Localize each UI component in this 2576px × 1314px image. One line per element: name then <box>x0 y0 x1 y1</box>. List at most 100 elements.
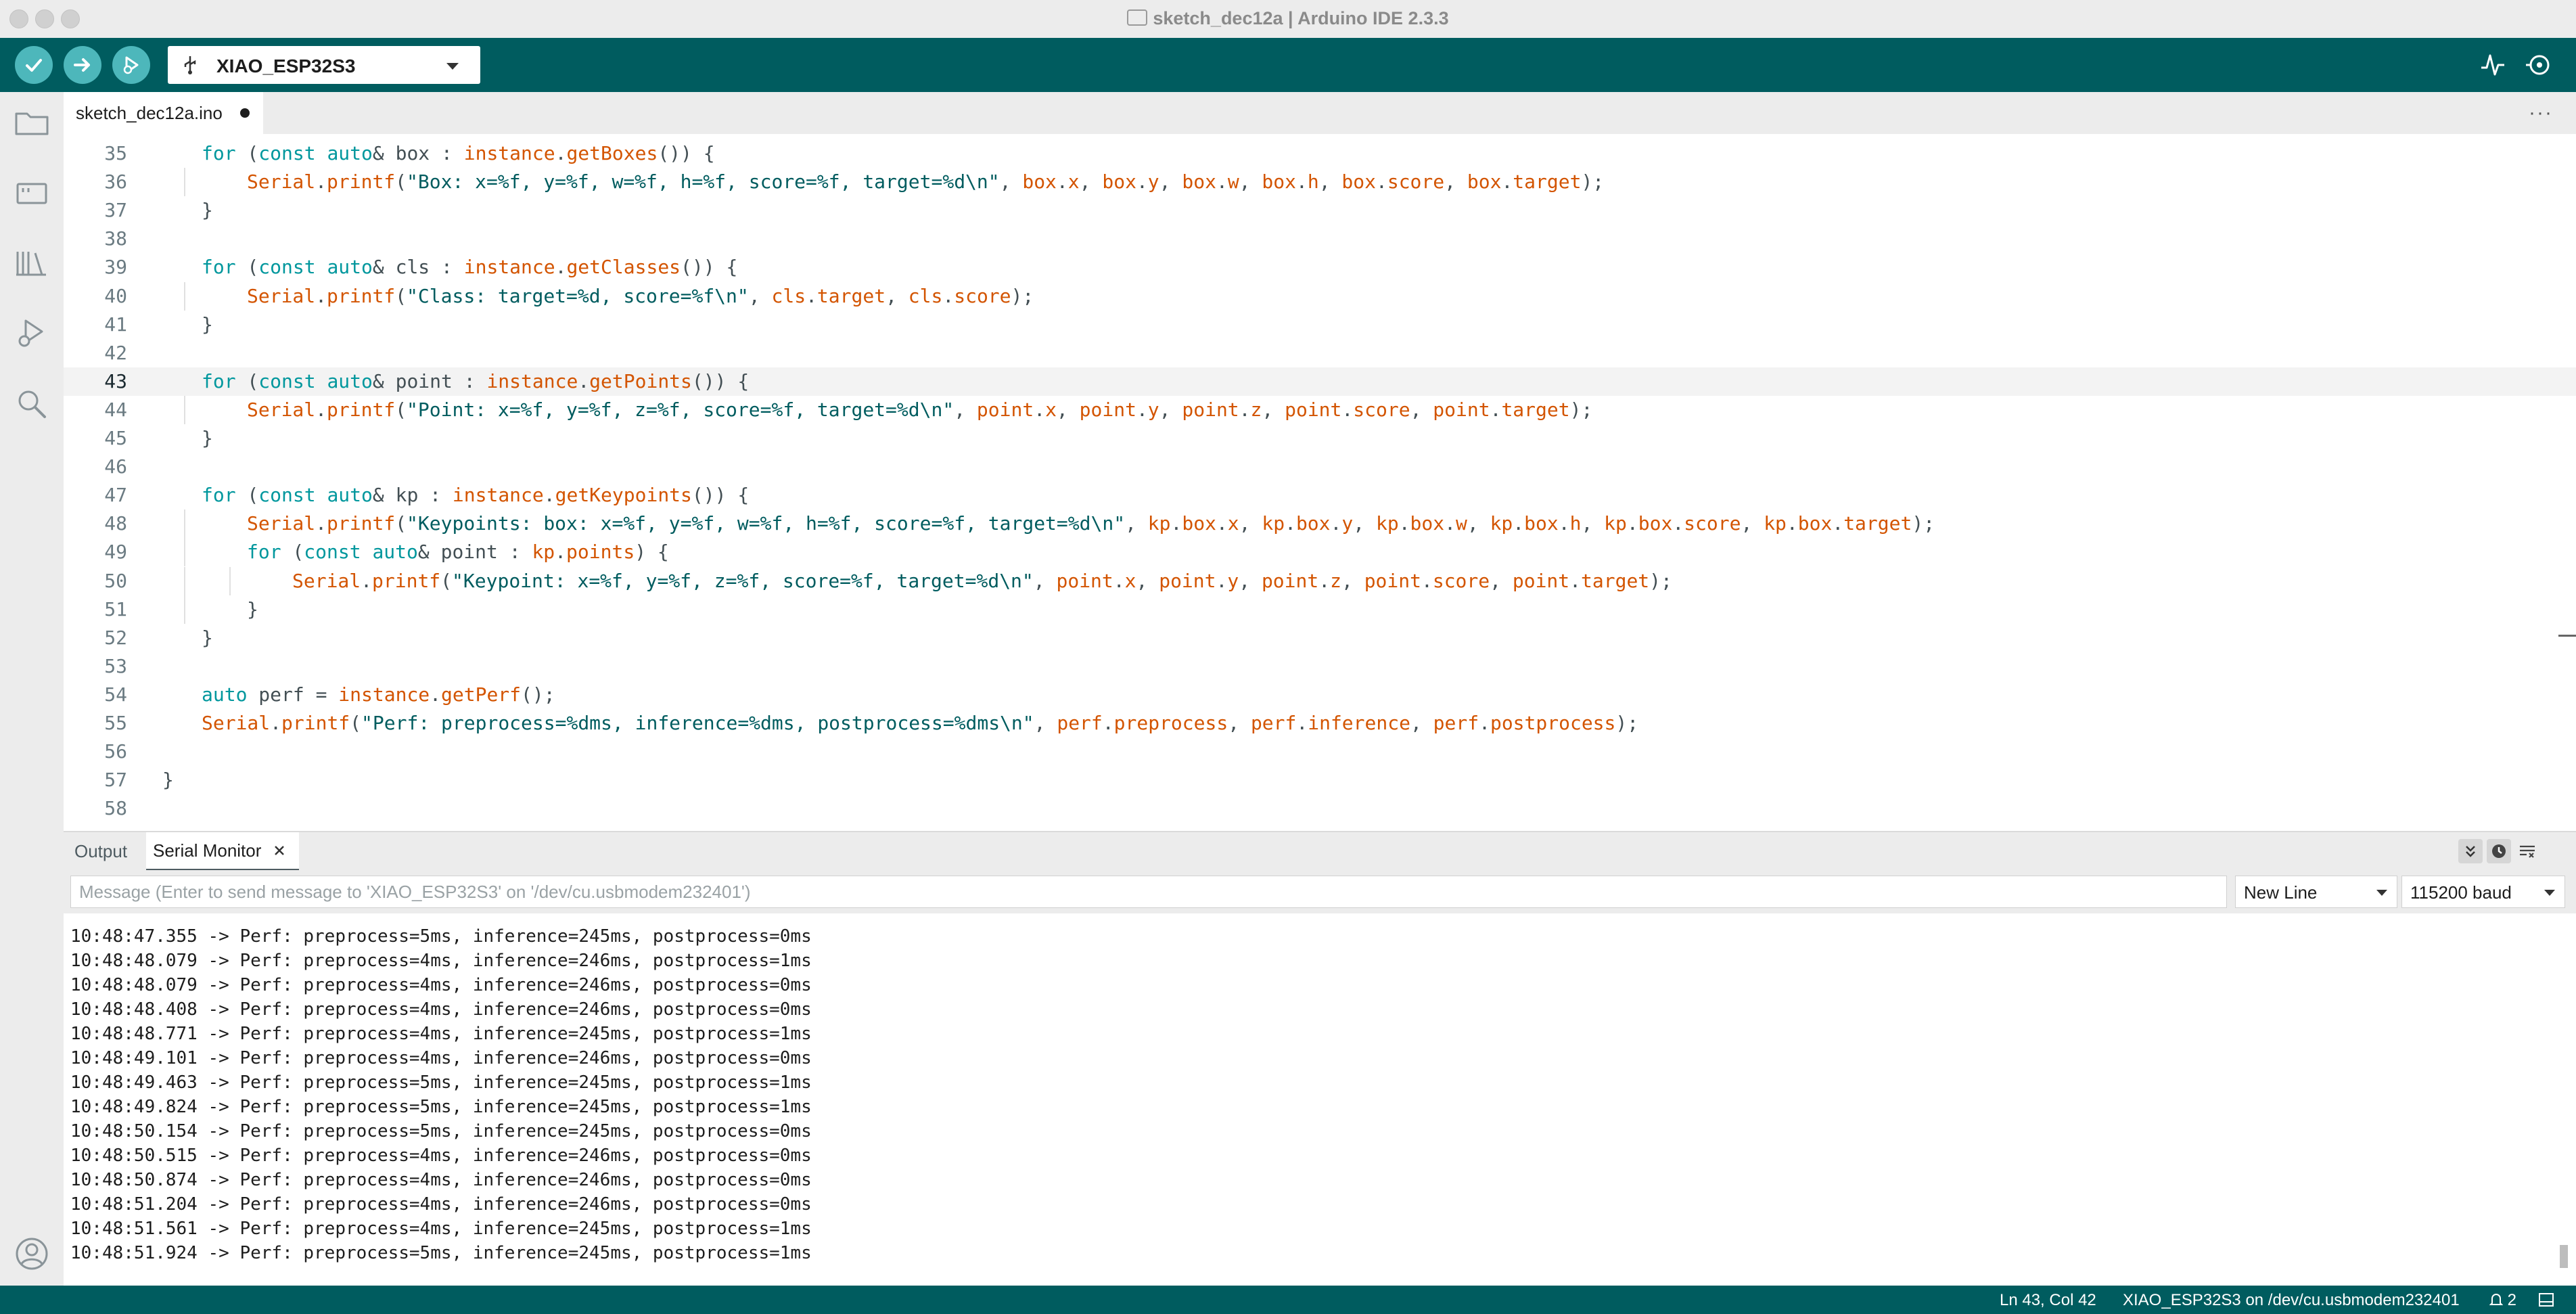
serial-plotter-button[interactable] <box>2480 51 2506 82</box>
code-token: . <box>555 256 567 279</box>
notifications-button[interactable]: 2 <box>2489 1291 2516 1310</box>
code-line[interactable]: 38 <box>64 225 2576 253</box>
code-token: ( <box>235 484 259 507</box>
chevron-down-icon <box>2544 890 2555 896</box>
code-token: ( <box>395 284 407 307</box>
code-token: & kp : <box>372 484 453 507</box>
board-selector[interactable]: XIAO_ESP32S3 <box>168 46 480 84</box>
code-token: score <box>1387 171 1445 194</box>
code-token: ( <box>395 398 407 421</box>
autoscroll-toggle[interactable] <box>2458 839 2483 863</box>
code-token: , <box>1125 512 1148 535</box>
code-token: . <box>1034 398 1046 421</box>
code-token: kp <box>1490 512 1513 535</box>
code-token: , <box>1033 569 1057 592</box>
baud-rate-select[interactable]: 115200 baud <box>2401 876 2565 908</box>
code-line[interactable]: 39 for (const auto& cls : instance.getCla… <box>64 253 2576 281</box>
line-number: 35 <box>104 142 127 164</box>
upload-button[interactable] <box>64 46 101 84</box>
code-line[interactable]: 54 auto perf = instance.getPerf(); <box>64 681 2576 709</box>
code-token: ( <box>281 541 304 564</box>
code-token: target <box>1501 398 1570 421</box>
code-token: . <box>1239 398 1251 421</box>
code-token: . <box>1421 569 1433 592</box>
code-line[interactable]: 44 Serial.printf("Point: x=%f, y=%f, z=%f… <box>64 395 2576 424</box>
code-line[interactable]: 43 for (const auto& point : instance.getP… <box>64 367 2576 396</box>
code-line[interactable]: 37} <box>64 196 2576 225</box>
code-line[interactable]: 45} <box>64 424 2576 453</box>
line-ending-select[interactable]: New Line <box>2235 876 2397 908</box>
code-line[interactable]: 52} <box>64 624 2576 652</box>
code-line[interactable]: 57} <box>64 766 2576 794</box>
sketchbook-button[interactable] <box>14 104 50 141</box>
boards-manager-button[interactable] <box>14 175 50 211</box>
search-button[interactable] <box>14 386 50 422</box>
code-token: kp <box>1764 512 1787 535</box>
editor-tab-label: sketch_dec12a.ino <box>76 102 223 123</box>
code-token: . <box>1569 569 1582 592</box>
code-line[interactable]: 47 for (const auto& kp : instance.getKeyp… <box>64 481 2576 509</box>
clear-output-button[interactable] <box>2515 839 2539 863</box>
code-token: preprocess <box>1113 712 1228 734</box>
code-token: , <box>1136 569 1159 592</box>
code-token: box <box>1182 512 1216 535</box>
code-line[interactable]: 36 Serial.printf("Box: x=%f, y=%f, w=%f, … <box>64 168 2576 197</box>
serial-output[interactable]: 10:48:47.355 -> Perf: preprocess=5ms, in… <box>64 913 2576 1286</box>
code-text: } <box>202 311 213 339</box>
code-line[interactable]: 51} <box>64 595 2576 624</box>
code-text: Serial.printf("Class: target=%d, score=%… <box>247 282 1034 311</box>
code-line[interactable]: 55 Serial.printf("Perf: preprocess=%dms, … <box>64 709 2576 738</box>
library-manager-button[interactable] <box>14 245 50 281</box>
tab-output[interactable]: Output <box>74 832 127 870</box>
code-line[interactable]: 50 Serial.printf("Keypoint: x=%f, y=%f, z… <box>64 566 2576 595</box>
code-token: ); <box>1569 398 1593 421</box>
code-line[interactable]: 42 <box>64 339 2576 367</box>
tab-serial-monitor[interactable]: Serial Monitor <box>146 832 300 870</box>
code-line[interactable]: 41} <box>64 311 2576 339</box>
panel-layout-icon <box>2539 1293 2554 1307</box>
code-line[interactable]: 58 <box>64 794 2576 823</box>
code-text: for (const auto& cls : instance.getClass… <box>202 253 737 281</box>
editor-tab[interactable]: sketch_dec12a.ino <box>64 92 263 134</box>
verify-button[interactable] <box>15 46 53 84</box>
board-port-status[interactable]: XIAO_ESP32S3 on /dev/cu.usbmodem232401 <box>2123 1291 2460 1310</box>
debug-panel-button[interactable] <box>14 315 50 352</box>
code-line[interactable]: 53 <box>64 652 2576 681</box>
window-title-text: sketch_dec12a | Arduino IDE 2.3.3 <box>1153 8 1449 28</box>
close-icon[interactable] <box>273 844 285 857</box>
more-actions-button[interactable]: ··· <box>2529 101 2553 124</box>
line-number: 46 <box>104 455 127 478</box>
code-token: z <box>1330 569 1341 592</box>
timestamp-toggle[interactable] <box>2487 839 2511 863</box>
panel-layout-button[interactable] <box>2538 1291 2554 1310</box>
serial-monitor-button[interactable] <box>2525 51 2554 82</box>
code-line[interactable]: 56 <box>64 738 2576 766</box>
code-text: Serial.printf("Box: x=%f, y=%f, w=%f, h=… <box>247 168 1604 196</box>
serial-line: 10:48:51.924 -> Perf: preprocess=5ms, in… <box>70 1243 812 1263</box>
message-input[interactable] <box>70 876 2227 908</box>
code-editor[interactable]: 35 for (const auto& box : instance.getBox… <box>64 134 2576 831</box>
code-line[interactable]: 48 Serial.printf("Keypoints: box: x=%f, y… <box>64 509 2576 539</box>
code-token: ); <box>1912 512 1935 535</box>
code-token: & box : <box>372 142 464 164</box>
code-token: point <box>1364 569 1421 592</box>
code-token: target <box>816 284 886 307</box>
account-button[interactable] <box>14 1236 50 1275</box>
code-token: Serial <box>292 569 361 592</box>
message-row: New Line 115200 baud <box>64 870 2576 913</box>
code-token: . <box>1341 398 1354 421</box>
code-line[interactable]: 46 <box>64 453 2576 481</box>
indent-guide <box>229 566 231 595</box>
code-token: . <box>942 284 954 307</box>
code-token: box <box>1102 171 1136 194</box>
code-token: "Perf: preprocess=%dms, inference=%dms, … <box>361 712 1034 734</box>
tab-serial-monitor-label: Serial Monitor <box>153 840 262 861</box>
serial-scrollbar-thumb[interactable] <box>2560 1245 2568 1268</box>
cursor-position[interactable]: Ln 43, Col 42 <box>2000 1291 2096 1310</box>
code-line[interactable]: 49 for (const auto& point : kp.points) { <box>64 538 2576 567</box>
unsaved-dot-icon[interactable] <box>239 108 250 118</box>
debug-button[interactable] <box>112 46 150 84</box>
code-line[interactable]: 35 for (const auto& box : instance.getBox… <box>64 139 2576 168</box>
line-number: 38 <box>104 227 127 250</box>
code-line[interactable]: 40 Serial.printf("Class: target=%d, score… <box>64 281 2576 311</box>
